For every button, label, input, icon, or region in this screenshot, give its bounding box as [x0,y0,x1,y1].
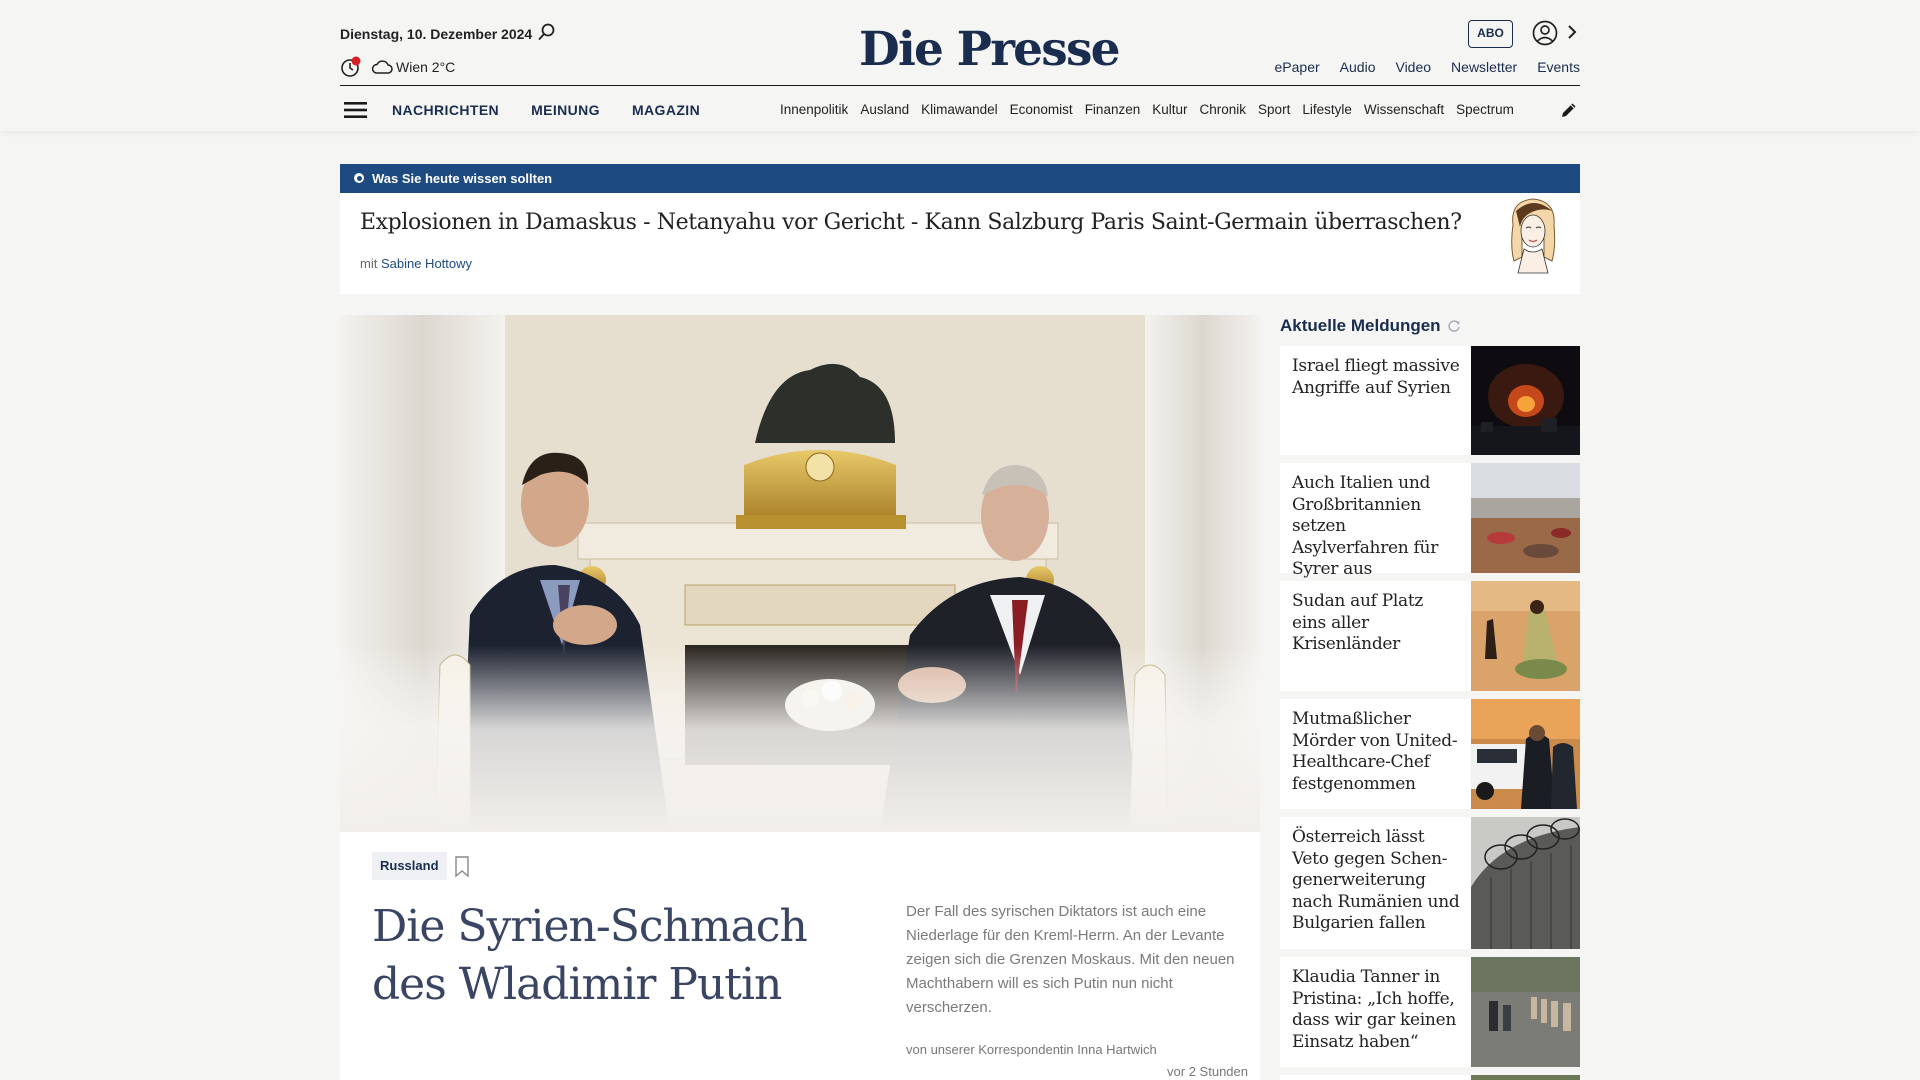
hero-teaser: Der Fall des syrischen Diktators ist auc… [906,903,1235,1016]
hamburger-menu-icon[interactable] [344,100,367,120]
news-item[interactable]: Sudan auf Platz eins aller Krisenländer [1280,581,1580,691]
news-item-title[interactable]: Mutmaßlicher Mörder von United-Healthcar… [1292,709,1460,795]
site-header: Dienstag, 10. Dezember 2024 Wien 2°C Die… [0,0,1920,131]
news-thumbnail[interactable] [1471,581,1580,691]
news-item[interactable]: Israel fliegt massive Angriffe auf Syrie… [1280,346,1580,455]
news-item-title[interactable]: Israel fliegt massive Angriffe auf Syrie… [1292,356,1460,399]
pencil-icon[interactable] [1560,101,1578,119]
live-dot-icon [354,173,364,183]
briefing-bar[interactable]: Was Sie heute wissen sollten [340,164,1580,193]
news-item-partial[interactable] [1280,1075,1580,1080]
hero-timestamp: vor 2 Stunden [1167,1064,1248,1079]
explosion-photo [1471,346,1580,455]
nav-fade [1513,96,1545,124]
kremlin-meeting-photo [340,315,1260,832]
news-item[interactable]: Auch Italien und Großbritannien setzen A… [1280,463,1580,579]
news-item-title[interactable]: Auch Italien und Großbritannien setzen A… [1292,473,1460,581]
nav-sport[interactable]: Sport [1258,102,1290,117]
news-item[interactable]: Mutmaßlicher Mörder von United-Healthcar… [1280,699,1580,809]
news-thumbnail[interactable] [1471,1075,1580,1080]
nav-lifestyle[interactable]: Lifestyle [1302,102,1352,117]
news-thumbnail[interactable] [1471,957,1580,1067]
briefing-label: Was Sie heute wissen sollten [372,171,553,186]
refresh-icon[interactable] [1447,319,1461,333]
nav-magazin[interactable]: MAGAZIN [632,102,700,118]
hero-article-card[interactable]: Russland Die Syrien-Schmach des Wladimir… [340,832,1260,1080]
nav-chronik[interactable]: Chronik [1200,102,1247,117]
author-avatar [1511,198,1556,274]
chevron-right-icon[interactable] [1566,24,1578,40]
sidebar-heading-text: Aktuelle Meldungen [1280,316,1441,335]
nav-innenpolitik[interactable]: Innenpolitik [780,102,848,117]
current-date: Dienstag, 10. Dezember 2024 [340,26,533,42]
news-thumbnail[interactable] [1471,817,1580,949]
news-thumbnail[interactable] [1471,463,1580,573]
news-item-title[interactable]: Klaudia Tanner in Pristina: „Ich hoffe, … [1292,967,1460,1053]
nav-wissenschaft[interactable]: Wissenschaft [1364,102,1444,117]
site-logo[interactable]: Die Presse [859,22,1121,77]
sidebar-heading: Aktuelle Meldungen [1280,316,1461,336]
nav-meinung[interactable]: MEINUNG [531,102,600,118]
nav-nachrichten[interactable]: NACHRICHTEN [392,102,499,118]
nav-klimawandel[interactable]: Klimawandel [921,102,998,117]
nav-finanzen[interactable]: Finanzen [1085,102,1141,117]
nav-economist[interactable]: Economist [1010,102,1073,117]
briefing-title[interactable]: Explosionen in Damaskus - Netanyahu vor … [360,210,1462,235]
news-item-title[interactable]: Österreich lässt Veto gegen Schen-generw… [1292,827,1460,935]
desert-photo [1471,581,1580,691]
briefing-meta: mit Sabine Hottowy [360,256,472,271]
link-audio[interactable]: Audio [1340,59,1376,75]
category-tag[interactable]: Russland [372,852,447,880]
abo-button[interactable]: ABO [1468,20,1513,48]
news-thumbnail[interactable] [1471,699,1580,809]
link-video[interactable]: Video [1395,59,1431,75]
breaking-news-clock-icon[interactable] [340,56,362,78]
fence-photo [1471,817,1580,949]
top-links: ePaper Audio Video Newsletter Events [1275,59,1580,75]
hero-byline: von unserer Korrespondentin Inna Hartwic… [906,1042,1157,1057]
briefing-meta-prefix: mit [360,256,378,271]
nav-ausland[interactable]: Ausland [860,102,909,117]
nav-kultur[interactable]: Kultur [1152,102,1187,117]
nav-spectrum[interactable]: Spectrum [1456,102,1514,117]
link-events[interactable]: Events [1537,59,1580,75]
weather-text: Wien 2°C [396,59,456,75]
troops-photo [1471,957,1580,1067]
briefing-author[interactable]: Sabine Hottowy [381,256,472,271]
news-item[interactable]: Österreich lässt Veto gegen Schen-generw… [1280,817,1580,949]
hero-title[interactable]: Die Syrien-Schmach des Wladimir Putin [372,898,832,1014]
briefing-card[interactable]: Explosionen in Damaskus - Netanyahu vor … [340,193,1580,294]
news-item[interactable]: Klaudia Tanner in Pristina: „Ich hoffe, … [1280,957,1580,1067]
hero-image[interactable] [340,315,1260,832]
header-divider [340,85,1580,86]
police-photo [1471,699,1580,809]
camp-photo [1471,463,1580,573]
search-icon[interactable] [537,22,557,42]
section-nav: Innenpolitik Ausland Klimawandel Economi… [780,102,1543,117]
link-newsletter[interactable]: Newsletter [1451,59,1517,75]
news-item-title[interactable]: Sudan auf Platz eins aller Krisenländer [1292,591,1460,656]
main-nav: NACHRICHTEN MEINUNG MAGAZIN [392,102,700,118]
bookmark-icon[interactable] [454,856,470,878]
link-epaper[interactable]: ePaper [1275,59,1320,75]
news-thumbnail[interactable] [1471,346,1580,455]
cloud-icon [371,60,393,74]
user-account-icon[interactable] [1532,20,1558,46]
